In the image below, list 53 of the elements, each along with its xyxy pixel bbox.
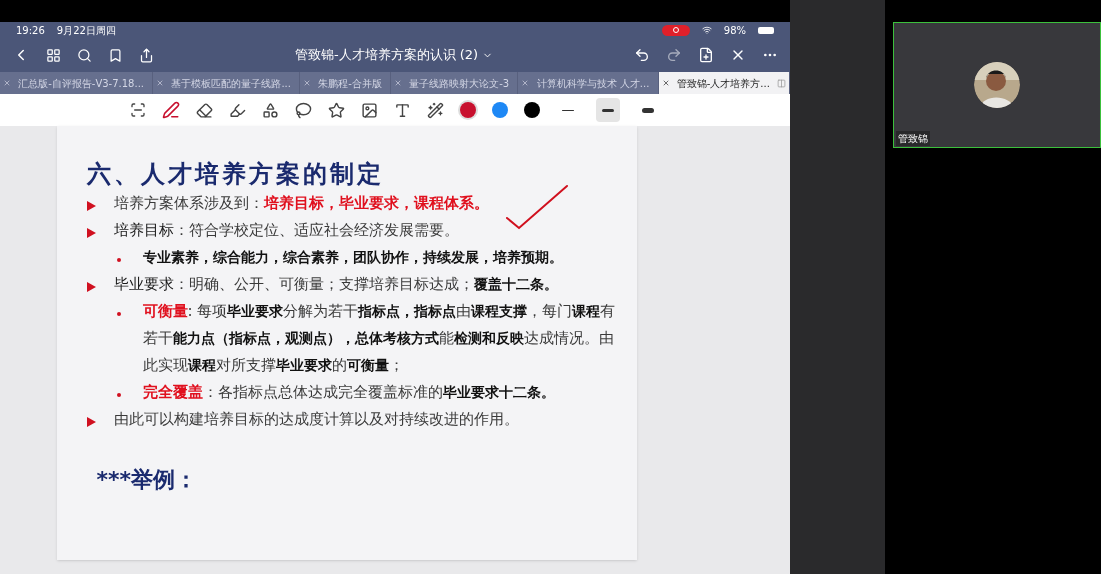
arrow-bullet-icon [86,282,96,292]
participant-name: 管致锦 [896,131,930,146]
share-icon[interactable] [139,47,154,63]
laser-icon[interactable] [427,101,444,119]
battery-icon [758,26,774,34]
tab-label: 量子线路映射大论文-3 [408,76,511,91]
bullet-text: 专业素养，综合能力，综合素养，团队协作，持续发展，培养预期。 [142,248,563,267]
color-swatch[interactable] [460,102,476,118]
video-tile[interactable]: 管致锦 [893,22,1101,148]
dot-bullet-icon [116,393,121,397]
shapes-icon[interactable] [262,101,279,119]
lasso-icon[interactable] [295,101,312,119]
bullet-text: 可衡量: 每项毕业要求分解为若干指标点，指标点由课程支撑，每门课程有若干能力点（指标点，观测点），总体考核方式能检测和反映达成情况。由此实现课程对所支撑毕业要求的可衡量； [142,301,617,376]
pen-icon[interactable] [162,101,180,119]
close-tab-icon[interactable] [661,79,670,87]
document-tab[interactable]: 管致锦-人才培养方... [658,72,790,94]
text-icon[interactable] [394,101,411,119]
color-swatch[interactable] [492,102,508,118]
arrow-bullet-icon [86,201,96,211]
tab-label: 朱鹏程-合并版 [317,76,383,91]
arrow-bullet-icon [86,228,96,238]
document-title[interactable]: 管致锦-人才培养方案的认识 (2) [294,45,479,65]
bullet-text: 培养方案体系涉及到：培养目标，毕业要求，课程体系。 [113,193,489,214]
tab-label: 管致锦-人才培养方... [675,76,771,91]
bullet-text: 培养目标：符合学校定位、适应社会经济发展需要。 [113,220,459,241]
date-text: 9月22日周四 [56,23,116,38]
dot-bullet-icon [116,258,121,262]
search-icon[interactable] [77,47,92,63]
wifi-icon [701,25,712,35]
crop-icon[interactable] [130,102,146,118]
tab-label: 基于模板匹配的量子线路... [170,76,292,91]
undo-icon[interactable] [634,47,650,63]
tab-label: 计算机科学与技术 人才... [535,76,651,91]
star-icon[interactable] [328,101,345,119]
example-heading: ***举例： [96,466,198,494]
bullet-text: 由此可以构建培养目标的达成度计算以及对持续改进的作用。 [113,409,519,430]
clock-time: 19:26 [16,23,45,38]
checkmark-icon [504,184,569,230]
bullet-text: 完全覆盖：各指标点总体达成完全覆盖标准的毕业要求十二条。 [142,382,555,403]
dot-bullet-icon [116,312,121,316]
highlighter-icon[interactable] [229,101,246,119]
battery-level: 98% [723,23,746,38]
tab-label: 汇总版-自评报告-V3-7.18... [17,76,145,91]
eraser-icon[interactable] [196,101,213,119]
bullet-text: 毕业要求：明确、公开、可衡量；支撑培养目标达成；覆盖十二条。 [113,274,558,295]
bookmark-icon[interactable] [108,47,123,63]
stroke-width-option[interactable] [596,98,620,122]
arrow-bullet-icon [86,417,96,427]
slide-heading: 六、人才培养方案的制定 [86,158,385,190]
grid-icon[interactable] [46,47,61,63]
image-icon[interactable] [361,101,378,119]
add-page-icon[interactable] [698,47,714,63]
color-swatch[interactable] [524,102,540,118]
